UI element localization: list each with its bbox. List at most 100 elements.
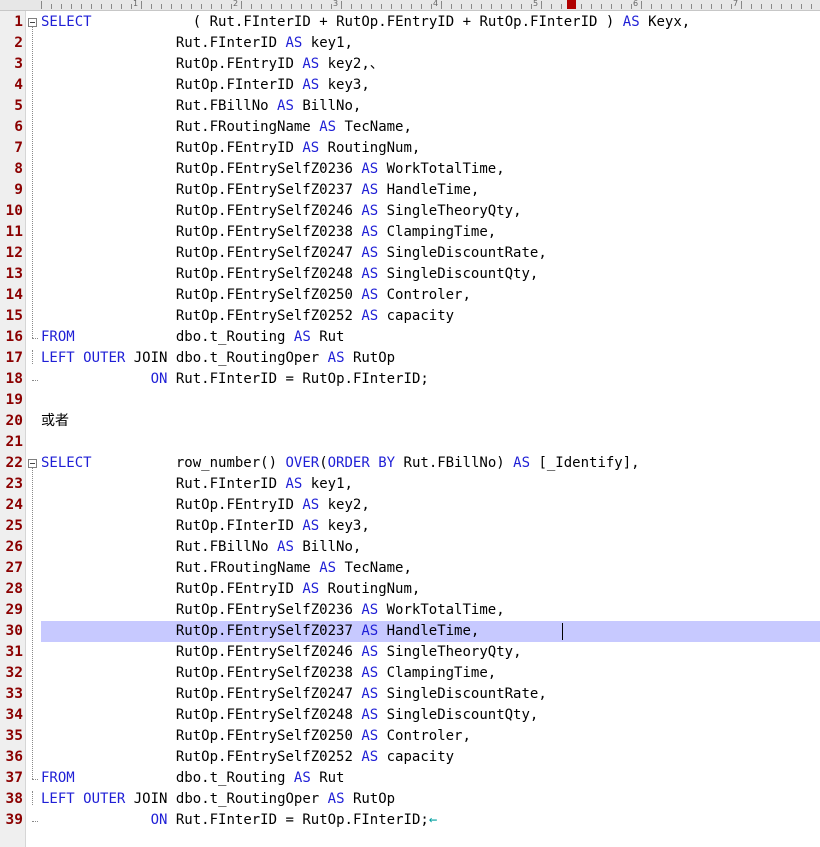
ruler-tick xyxy=(531,4,532,9)
ruler-tick xyxy=(371,4,372,9)
code-line[interactable]: Rut.FRoutingName AS TecName, xyxy=(41,117,820,138)
code-line-text: RutOp.FInterID AS key3, xyxy=(175,77,370,93)
code-line[interactable]: RutOp.FEntryID AS key2, xyxy=(41,495,820,516)
code-line[interactable]: RutOp.FEntryID AS RoutingNum, xyxy=(41,138,820,159)
code-line[interactable]: FROM dbo.t_Routing AS Rut xyxy=(41,768,820,789)
fold-range-end xyxy=(32,338,38,339)
code-line[interactable]: RutOp.FEntrySelfZ0236 AS WorkTotalTime, xyxy=(41,159,820,180)
ruler-tick xyxy=(91,4,92,9)
ruler-tick xyxy=(621,4,622,9)
code-line[interactable]: SELECT row_number() OVER(ORDER BY Rut.FB… xyxy=(41,453,820,474)
code-line[interactable]: 或者 xyxy=(41,411,820,432)
code-line[interactable]: RutOp.FEntrySelfZ0246 AS SingleTheoryQty… xyxy=(41,201,820,222)
code-line[interactable]: RutOp.FEntrySelfZ0238 AS ClampingTime, xyxy=(41,663,820,684)
code-line-text: RutOp.FEntrySelfZ0252 AS capacity xyxy=(175,308,455,324)
code-line-text: RutOp.FEntrySelfZ0237 AS HandleTime, xyxy=(175,623,480,639)
fold-tail-line xyxy=(32,791,33,805)
ruler-tick xyxy=(61,4,62,9)
code-line[interactable]: RutOp.FEntrySelfZ0248 AS SingleDiscountQ… xyxy=(41,264,820,285)
ruler-tick xyxy=(361,4,362,9)
ruler-tick xyxy=(681,4,682,9)
fold-toggle-icon[interactable] xyxy=(28,459,37,468)
fold-tail-end xyxy=(32,380,38,381)
code-line[interactable]: RutOp.FEntrySelfZ0247 AS SingleDiscountR… xyxy=(41,684,820,705)
code-area[interactable]: SELECT ( Rut.FInterID + RutOp.FEntryID +… xyxy=(41,12,820,847)
ruler-label: 6 xyxy=(633,0,639,8)
ruler-tick xyxy=(181,4,182,9)
ruler-label: 5 xyxy=(533,0,539,8)
ruler-tick xyxy=(341,1,342,9)
code-line[interactable]: Rut.FInterID AS key1, xyxy=(41,33,820,54)
line-number: 25 xyxy=(5,518,23,534)
code-line[interactable]: RutOp.FInterID AS key3, xyxy=(41,516,820,537)
line-number: 8 xyxy=(14,161,23,177)
code-line[interactable]: RutOp.FEntrySelfZ0246 AS SingleTheoryQty… xyxy=(41,642,820,663)
line-number: 2 xyxy=(14,35,23,51)
code-line[interactable]: SELECT ( Rut.FInterID + RutOp.FEntryID +… xyxy=(41,12,820,33)
code-line[interactable]: RutOp.FEntrySelfZ0250 AS Controler, xyxy=(41,285,820,306)
code-line[interactable]: LEFT OUTER JOIN dbo.t_RoutingOper AS Rut… xyxy=(41,348,820,369)
code-line[interactable]: RutOp.FEntrySelfZ0237 AS HandleTime, xyxy=(41,180,820,201)
line-number: 31 xyxy=(5,644,23,660)
ruler-tick xyxy=(401,4,402,9)
code-line[interactable]: FROM dbo.t_Routing AS Rut xyxy=(41,327,820,348)
line-number: 39 xyxy=(5,812,23,828)
ruler-tick xyxy=(751,4,752,9)
code-line-text: RutOp.FEntrySelfZ0238 AS ClampingTime, xyxy=(175,224,497,240)
ruler-label: 4 xyxy=(433,0,439,8)
line-number: 37 xyxy=(5,770,23,786)
code-line[interactable] xyxy=(41,390,820,411)
sql-keyword: AS xyxy=(277,98,294,114)
code-line[interactable]: Rut.FBillNo AS BillNo, xyxy=(41,96,820,117)
fold-margin[interactable] xyxy=(26,11,39,847)
ruler-tick xyxy=(321,4,322,9)
code-line[interactable]: RutOp.FEntryID AS RoutingNum, xyxy=(41,579,820,600)
ruler-tick xyxy=(201,4,202,9)
line-number: 32 xyxy=(5,665,23,681)
sql-keyword: AS xyxy=(327,791,345,807)
ruler-tick xyxy=(491,4,492,9)
line-number-gutter[interactable]: 1 2 3 4 5 6 7 8 9 10 11 12 13 14 15 16 17 18 19 20 21 22 23 24 2… xyxy=(0,11,26,847)
line-number: 27 xyxy=(5,560,23,576)
code-line[interactable]: Rut.FBillNo AS BillNo, xyxy=(41,537,820,558)
current-code-line[interactable]: RutOp.FEntrySelfZ0237 AS HandleTime, xyxy=(41,621,820,642)
ruler-tick xyxy=(111,4,112,9)
ruler-tick xyxy=(451,4,452,9)
ruler-tick xyxy=(511,4,512,9)
line-number: 34 xyxy=(5,707,23,723)
fold-toggle-icon[interactable] xyxy=(28,18,37,27)
code-line[interactable]: RutOp.FEntrySelfZ0238 AS ClampingTime, xyxy=(41,222,820,243)
line-number: 11 xyxy=(5,224,23,240)
line-number: 36 xyxy=(5,749,23,765)
code-line[interactable]: RutOp.FEntrySelfZ0252 AS capacity xyxy=(41,747,820,768)
code-line[interactable]: LEFT OUTER JOIN dbo.t_RoutingOper AS Rut… xyxy=(41,789,820,810)
sql-keyword: AS xyxy=(319,119,337,135)
code-line[interactable] xyxy=(41,432,820,453)
code-line[interactable]: RutOp.FEntryID AS key2,、 xyxy=(41,54,820,75)
sql-keyword: AS xyxy=(361,161,379,177)
code-line-text: RutOp.FEntrySelfZ0248 AS SingleDiscountQ… xyxy=(175,707,539,723)
line-number: 15 xyxy=(5,308,23,324)
ruler-tick xyxy=(391,4,392,9)
code-line[interactable]: Rut.FInterID AS key1, xyxy=(41,474,820,495)
code-line[interactable]: RutOp.FEntrySelfZ0250 AS Controler, xyxy=(41,726,820,747)
sql-keyword: AS xyxy=(513,455,530,471)
ruler-tick xyxy=(311,4,312,9)
code-line[interactable]: ON Rut.FInterID = RutOp.FInterID;← xyxy=(41,810,820,831)
code-line[interactable]: RutOp.FEntrySelfZ0247 AS SingleDiscountR… xyxy=(41,243,820,264)
code-line[interactable]: RutOp.FInterID AS key3, xyxy=(41,75,820,96)
code-line[interactable]: ON Rut.FInterID = RutOp.FInterID; xyxy=(41,369,820,390)
code-line[interactable]: RutOp.FEntrySelfZ0248 AS SingleDiscountQ… xyxy=(41,705,820,726)
ruler-tick xyxy=(261,4,262,9)
code-line-text: RutOp.FEntryID AS RoutingNum, xyxy=(175,140,421,156)
code-line[interactable]: RutOp.FEntrySelfZ0236 AS WorkTotalTime, xyxy=(41,600,820,621)
sql-keyword: AS xyxy=(361,707,379,723)
ruler-tick xyxy=(581,4,582,9)
line-number: 19 xyxy=(5,392,23,408)
ruler-caret-marker xyxy=(567,0,576,9)
sql-keyword: AS xyxy=(285,35,303,51)
code-line[interactable]: RutOp.FEntrySelfZ0252 AS capacity xyxy=(41,306,820,327)
code-line-text: RutOp.FEntryID AS key2,、 xyxy=(175,56,384,72)
code-line[interactable]: Rut.FRoutingName AS TecName, xyxy=(41,558,820,579)
line-number: 35 xyxy=(5,728,23,744)
